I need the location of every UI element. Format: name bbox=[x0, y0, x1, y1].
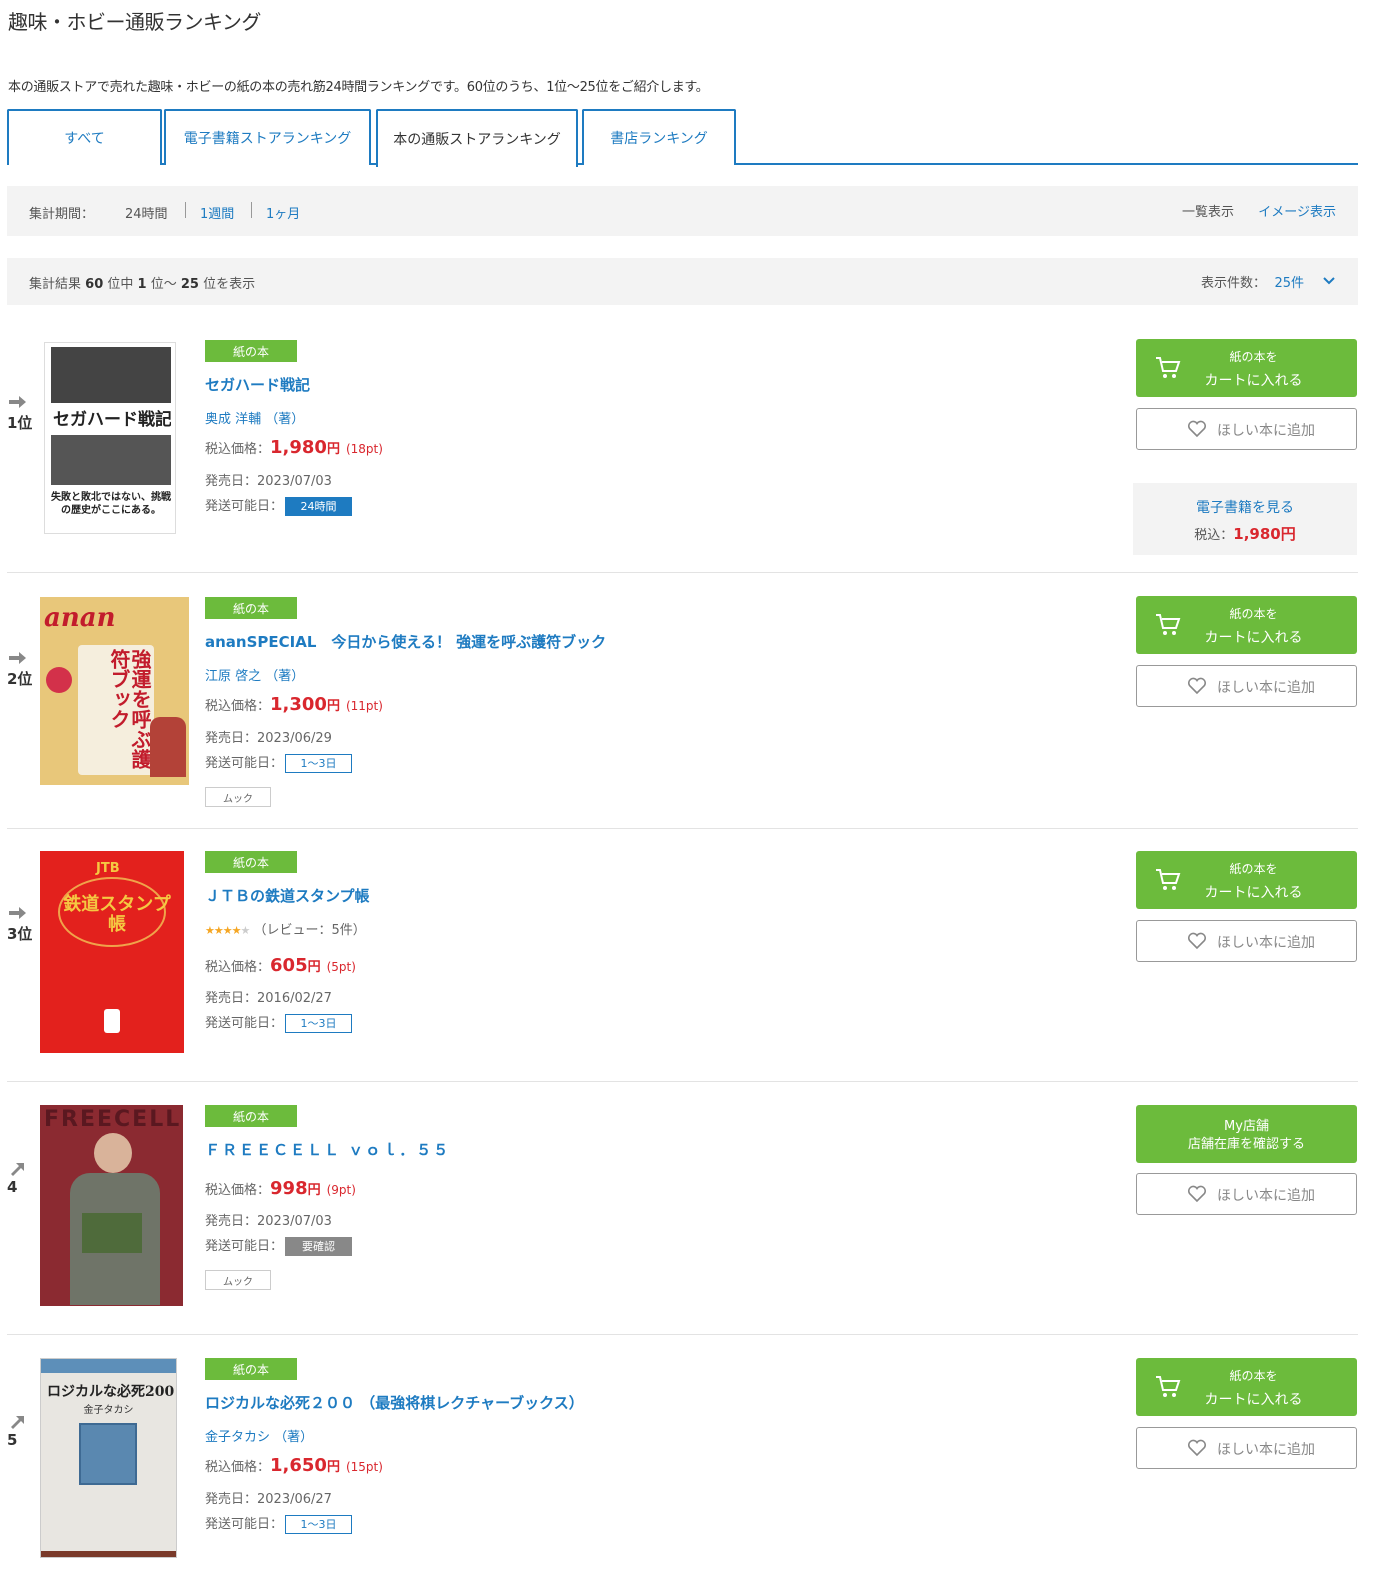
page-title: 趣味・ホビー通販ランキング bbox=[8, 10, 261, 34]
ranking-item: 2位 anan 強運を呼ぶ護符ブック 紙の本 ananSPECIAL 今日から使… bbox=[7, 573, 1358, 829]
arrow-right-icon bbox=[9, 907, 26, 919]
book-cover[interactable]: JTB 鉄道スタンプ帳 bbox=[40, 851, 184, 1053]
author-link[interactable]: 金子タカシ （著） bbox=[205, 1426, 313, 1445]
add-to-wishlist-button[interactable]: ほしい本に追加 bbox=[1136, 920, 1357, 962]
paper-book-badge: 紙の本 bbox=[205, 597, 297, 619]
heart-icon bbox=[1187, 932, 1207, 950]
price-row: 税込価格：1,650円 (15pt) bbox=[205, 1455, 383, 1476]
rating-stars: ★★★★★ bbox=[205, 924, 250, 937]
ship-row: 発送可能日： 1～3日 bbox=[205, 1513, 353, 1534]
ranking-item: 4 FREECELL 紙の本 ＦＲＥＥＣＥＬＬ ｖｏｌ．５５ 税込価格：998円… bbox=[7, 1082, 1358, 1335]
period-bar: 集計期間： 24時間 1週間 1ヶ月 一覧表示 イメージ表示 bbox=[7, 186, 1358, 236]
result-summary: 集計結果 60 位中 1 位～ 25 位を表示 bbox=[29, 277, 256, 292]
period-1week[interactable]: 1週間 bbox=[200, 203, 234, 222]
ship-badge: 24時間 bbox=[285, 497, 353, 516]
book-cover[interactable]: セガハード戦記 失敗と敗北ではない、挑戦の歴史がここにある。 bbox=[44, 342, 176, 534]
book-cover[interactable]: FREECELL bbox=[40, 1105, 183, 1306]
price-row: 税込価格：1,980円 (18pt) bbox=[205, 437, 383, 458]
ship-row: 発送可能日： 1～3日 bbox=[205, 1012, 353, 1033]
ranking-tabs: すべて 電子書籍ストアランキング 本の通販ストアランキング 書店ランキング bbox=[7, 109, 1358, 167]
genre-tag[interactable]: ムック bbox=[205, 1270, 271, 1290]
release-date: 発売日：2023/07/03 bbox=[205, 1214, 332, 1229]
book-title-link[interactable]: ロジカルな必死２００ （最強将棋レクチャーブックス） bbox=[205, 1392, 584, 1413]
ship-row: 発送可能日： 要確認 bbox=[205, 1235, 353, 1256]
add-to-cart-button[interactable]: 紙の本を カートに入れる bbox=[1136, 851, 1357, 909]
rank-label: 4 bbox=[7, 1160, 39, 1196]
add-to-cart-button[interactable]: 紙の本を カートに入れる bbox=[1136, 1358, 1357, 1416]
period-1month[interactable]: 1ヶ月 bbox=[266, 203, 300, 222]
add-to-wishlist-button[interactable]: ほしい本に追加 bbox=[1136, 408, 1357, 450]
view-image-toggle[interactable]: イメージ表示 bbox=[1258, 201, 1336, 220]
arrow-right-icon bbox=[9, 396, 26, 408]
tab-bookstore-ranking[interactable]: 書店ランキング bbox=[582, 109, 736, 165]
page-description: 本の通販ストアで売れた趣味・ホビーの紙の本の売れ筋24時間ランキングです。60位… bbox=[8, 80, 709, 95]
price-row: 税込価格：605円 (5pt) bbox=[205, 955, 356, 976]
rank-label: 2位 bbox=[7, 650, 39, 689]
heart-icon bbox=[1187, 1439, 1207, 1457]
author-link[interactable]: 奥成 洋輔 （著） bbox=[205, 408, 304, 427]
heart-icon bbox=[1187, 420, 1207, 438]
ebook-price: 税込：1,980円 bbox=[1194, 525, 1296, 543]
ship-badge: 1～3日 bbox=[285, 1515, 353, 1534]
heart-icon bbox=[1187, 677, 1207, 695]
check-store-stock-button[interactable]: My店舗 店舗在庫を確認する bbox=[1136, 1105, 1357, 1163]
ship-row: 発送可能日： 24時間 bbox=[205, 495, 353, 516]
view-list-toggle[interactable]: 一覧表示 bbox=[1182, 201, 1234, 220]
genre-tag[interactable]: ムック bbox=[205, 787, 271, 807]
rank-label: 1位 bbox=[7, 394, 39, 433]
rank-label: 5 bbox=[7, 1413, 39, 1449]
ship-badge: 1～3日 bbox=[285, 754, 353, 773]
ranking-item: 5 ロジカルな必死200 金子タカシ 紙の本 ロジカルな必死２００ （最強将棋レ… bbox=[7, 1335, 1358, 1578]
view-ebook-link[interactable]: 電子書籍を見る bbox=[1133, 497, 1357, 517]
add-to-wishlist-button[interactable]: ほしい本に追加 bbox=[1136, 1427, 1357, 1469]
tab-ebook-ranking[interactable]: 電子書籍ストアランキング bbox=[164, 109, 371, 165]
review-count-link[interactable]: （レビュー：5件） bbox=[253, 923, 365, 938]
price-row: 税込価格：998円 (9pt) bbox=[205, 1178, 356, 1199]
review-row: ★★★★★ （レビュー：5件） bbox=[205, 919, 366, 938]
arrow-right-icon bbox=[9, 652, 26, 664]
book-title-link[interactable]: ananSPECIAL 今日から使える！ 強運を呼ぶ護符ブック bbox=[205, 631, 606, 652]
period-label: 集計期間： bbox=[29, 207, 95, 222]
divider bbox=[185, 202, 186, 218]
arrow-up-right-icon bbox=[11, 1163, 24, 1176]
ranking-item: 3位 JTB 鉄道スタンプ帳 紙の本 ＪＴＢの鉄道スタンプ帳 ★★★★★ （レビ… bbox=[7, 829, 1358, 1082]
release-date: 発売日：2023/06/27 bbox=[205, 1492, 332, 1507]
paper-book-badge: 紙の本 bbox=[205, 851, 297, 873]
ship-row: 発送可能日： 1～3日 bbox=[205, 752, 353, 773]
book-cover[interactable]: ロジカルな必死200 金子タカシ bbox=[40, 1358, 177, 1558]
rank-label: 3位 bbox=[7, 905, 39, 944]
chevron-down-icon[interactable] bbox=[1322, 274, 1336, 288]
divider bbox=[251, 202, 252, 218]
add-to-cart-button[interactable]: 紙の本を カートに入れる bbox=[1136, 339, 1357, 397]
period-24h[interactable]: 24時間 bbox=[125, 203, 168, 222]
ebook-box: 電子書籍を見る 税込：1,980円 bbox=[1133, 483, 1357, 555]
ranking-item: 1位 セガハード戦記 失敗と敗北ではない、挑戦の歴史がここにある。 紙の本 セガ… bbox=[7, 318, 1358, 573]
book-title-link[interactable]: ＦＲＥＥＣＥＬＬ ｖｏｌ．５５ bbox=[205, 1139, 450, 1160]
tab-all[interactable]: すべて bbox=[7, 109, 162, 165]
tab-online-store-ranking[interactable]: 本の通販ストアランキング bbox=[376, 109, 578, 167]
arrow-up-right-icon bbox=[11, 1416, 24, 1429]
release-date: 発売日：2016/02/27 bbox=[205, 991, 332, 1006]
heart-icon bbox=[1187, 1185, 1207, 1203]
display-count-select[interactable]: 25件 bbox=[1274, 272, 1304, 291]
paper-book-badge: 紙の本 bbox=[205, 340, 297, 362]
paper-book-badge: 紙の本 bbox=[205, 1105, 297, 1127]
add-to-wishlist-button[interactable]: ほしい本に追加 bbox=[1136, 1173, 1357, 1215]
display-count-label: 表示件数： bbox=[1200, 276, 1266, 291]
result-summary-bar: 集計結果 60 位中 1 位～ 25 位を表示 表示件数： 25件 bbox=[7, 258, 1358, 305]
add-to-cart-button[interactable]: 紙の本を カートに入れる bbox=[1136, 596, 1357, 654]
book-cover[interactable]: anan 強運を呼ぶ護符ブック bbox=[40, 597, 189, 785]
book-title-link[interactable]: セガハード戦記 bbox=[205, 374, 310, 395]
paper-book-badge: 紙の本 bbox=[205, 1358, 297, 1380]
author-link[interactable]: 江原 啓之 （著） bbox=[205, 665, 304, 684]
add-to-wishlist-button[interactable]: ほしい本に追加 bbox=[1136, 665, 1357, 707]
ship-badge: 1～3日 bbox=[285, 1014, 353, 1033]
ship-badge: 要確認 bbox=[285, 1237, 353, 1256]
release-date: 発売日：2023/06/29 bbox=[205, 731, 332, 746]
price-row: 税込価格：1,300円 (11pt) bbox=[205, 694, 383, 715]
book-title-link[interactable]: ＪＴＢの鉄道スタンプ帳 bbox=[205, 885, 370, 906]
release-date: 発売日：2023/07/03 bbox=[205, 474, 332, 489]
